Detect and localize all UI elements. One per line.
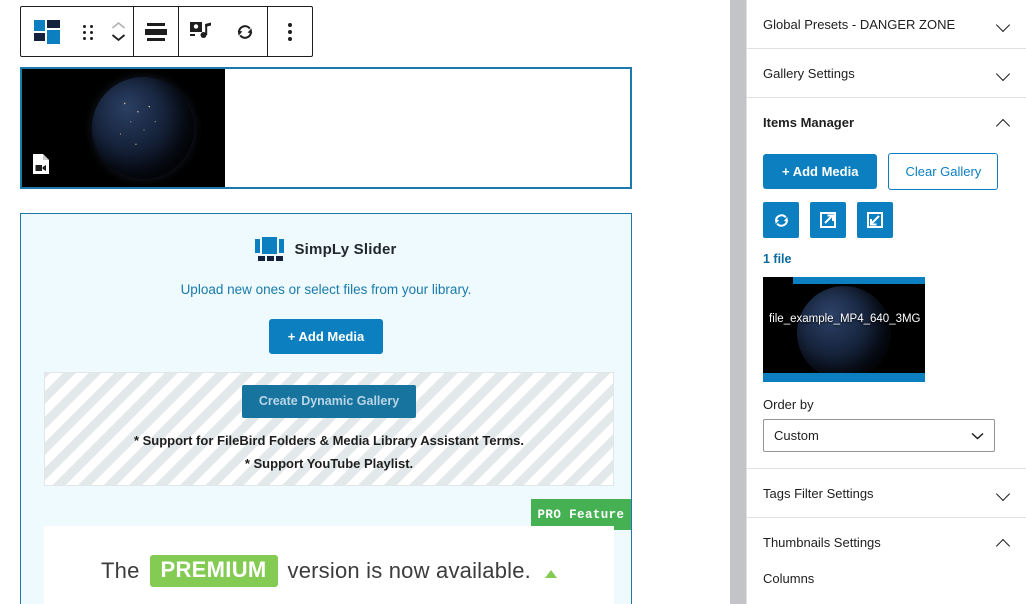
upload-hint-text: Upload new ones or select files from you… [21,282,631,297]
gallery-block-icon [34,20,60,44]
simply-slider-title: SimpLy Slider [294,241,396,258]
chevron-up-icon [997,536,1010,549]
items-manager-icon-actions [763,202,1010,238]
more-options-icon [288,23,292,41]
file-count-label: 1 file [763,252,1010,266]
thumbnails-settings-body: Columns [747,567,1026,602]
sidebar-section-global-presets[interactable]: Global Presets - DANGER ZONE [747,0,1026,49]
sidebar-section-label: Gallery Settings [763,66,855,81]
toolbar-group-block [21,7,134,56]
replace-media-icon [189,21,213,43]
triangle-up-icon [545,570,557,578]
sidebar-add-media-button[interactable]: + Add Media [763,154,877,189]
sidebar-section-gallery-settings[interactable]: Gallery Settings [747,49,1026,98]
selected-media-block[interactable] [20,67,632,189]
editor-sidebar-divider [730,0,746,604]
align-button[interactable] [134,7,178,56]
columns-label: Columns [763,571,1010,586]
editor-screen: Yet Another Gallery [0,0,1026,604]
settings-sidebar: Global Presets - DANGER ZONE Gallery Set… [746,0,1026,604]
zigzag-divider [44,526,614,536]
earth-thumbnail-image [92,77,194,179]
chevron-up-icon [997,116,1010,129]
drag-handle-icon [83,24,93,40]
gallery-item-filename: file_example_MP4_640_3MG [769,313,921,325]
support-note-youtube: * Support YouTube Playlist. [245,456,413,471]
thumbnail-bottom-bar [763,373,925,382]
sidebar-section-label: Items Manager [763,115,854,130]
items-manager-body: + Add Media Clear Gallery [747,147,1026,468]
chevron-down-icon [971,432,984,440]
simply-slider-header: SimpLy Slider [21,237,631,261]
refresh-icon [234,21,256,43]
chevron-down-icon [111,33,126,42]
dynamic-gallery-promo: Create Dynamic Gallery * Support for Fil… [44,372,614,486]
premium-prefix-text: The [101,558,140,584]
premium-badge: PREMIUM [150,555,278,587]
simply-slider-panel: SimpLy Slider Upload new ones or select … [20,213,632,604]
toolbar-group-align [134,7,179,56]
refresh-gallery-button[interactable] [763,202,799,238]
earth-thumbnail-image [797,286,891,380]
toolbar-group-more [268,7,312,56]
toolbar-group-media [179,7,268,56]
move-block-buttons[interactable] [103,7,133,56]
export-icon [818,210,838,230]
chevron-down-icon [997,67,1010,80]
premium-promo-inner: The PREMIUM version is now available. [44,536,614,604]
support-note-filebird: * Support for FileBird Folders & Media L… [134,433,524,448]
more-options-button[interactable] [268,7,312,56]
add-media-button[interactable]: + Add Media [269,319,383,354]
sidebar-section-label: Thumbnails Settings [763,535,881,550]
gallery-item-thumbnail[interactable]: file_example_MP4_640_3MG [763,277,925,382]
chevron-down-icon [997,18,1010,31]
editor-canvas: SimpLy Slider Upload new ones or select … [0,0,730,604]
replace-media-button[interactable] [179,7,223,56]
refresh-button[interactable] [223,7,267,56]
import-gallery-button[interactable] [857,202,893,238]
create-dynamic-gallery-button[interactable]: Create Dynamic Gallery [242,385,416,418]
import-icon [865,210,885,230]
simply-slider-icon [255,237,285,261]
export-gallery-button[interactable] [810,202,846,238]
sidebar-section-items-manager[interactable]: Items Manager [747,98,1026,147]
align-center-icon [145,23,167,41]
order-by-select[interactable]: Custom [763,419,995,452]
items-manager-actions: + Add Media Clear Gallery [763,153,1010,190]
sidebar-section-label: Tags Filter Settings [763,486,874,501]
sidebar-section-tags-filter[interactable]: Tags Filter Settings [747,469,1026,518]
sidebar-section-thumbnails[interactable]: Thumbnails Settings [747,518,1026,567]
premium-promo-card[interactable]: The PREMIUM version is now available. [44,526,614,604]
media-thumbnail[interactable] [22,69,225,187]
add-media-row: + Add Media [21,319,631,354]
block-toolbar [20,6,313,57]
order-by-label: Order by [763,397,1010,412]
order-by-value: Custom [774,428,819,443]
chevron-down-icon [997,487,1010,500]
premium-suffix-text: version is now available. [288,558,531,584]
clear-gallery-button[interactable]: Clear Gallery [888,153,998,190]
chevron-up-icon [111,21,126,30]
gallery-block-icon-button[interactable] [21,7,73,56]
sidebar-section-label: Global Presets - DANGER ZONE [763,17,955,32]
refresh-icon [772,211,791,230]
video-file-icon [32,153,50,175]
thumbnail-top-bar [793,277,925,284]
drag-handle-button[interactable] [73,7,103,56]
